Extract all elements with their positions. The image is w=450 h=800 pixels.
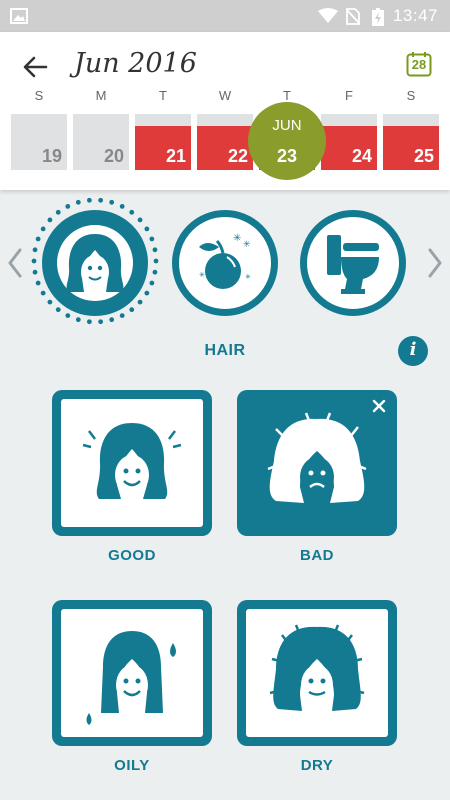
weekday-label: F (345, 88, 353, 103)
option-label: BAD (300, 547, 334, 564)
ring-dot (31, 258, 37, 264)
day-cell-period[interactable]: 22 (197, 114, 253, 170)
carousel-next-icon[interactable] (424, 246, 446, 280)
ring-dot (65, 203, 71, 209)
day-cell[interactable]: 19 (11, 114, 67, 170)
today-month: JUN (272, 117, 302, 134)
ring-dot (109, 199, 115, 205)
no-sim-icon (346, 8, 360, 25)
info-button[interactable]: i (398, 336, 428, 366)
image-notification-icon (10, 8, 28, 24)
weekday-label: W (218, 88, 232, 103)
weekday-label: S (34, 88, 44, 103)
ring-dot (109, 317, 115, 323)
deselect-close-icon[interactable] (371, 398, 387, 414)
ring-dot (152, 269, 158, 275)
calendar-button-day: 28 (411, 57, 427, 72)
hair-icon (57, 225, 133, 301)
day-cell[interactable]: 20 (73, 114, 129, 170)
ring-dot (119, 203, 125, 209)
option-label: DRY (300, 757, 334, 774)
day-cell-period[interactable]: 25 (383, 114, 439, 170)
ring-dot (75, 317, 81, 323)
back-arrow-icon[interactable] (20, 52, 50, 82)
oily-hair-icon (86, 631, 176, 725)
status-time: 13:47 (392, 6, 438, 25)
ring-dot (32, 269, 38, 275)
week-strip: 19 20 21 22 24 25 (0, 114, 450, 172)
month-title[interactable]: Jun 2016 (74, 48, 197, 79)
dry-hair-icon (269, 624, 365, 711)
fruit-icon: ✳ ✳ ✳ ✳ (199, 233, 251, 289)
category-digestion[interactable] (300, 210, 406, 316)
ring-dot (86, 197, 92, 203)
ring-dot (35, 280, 41, 286)
ring-dot (75, 199, 81, 205)
weekday-label: M (95, 88, 107, 103)
good-hair-icon (82, 423, 182, 499)
battery-charging-icon (372, 8, 384, 26)
option-oily[interactable] (52, 600, 212, 746)
option-good[interactable] (52, 390, 212, 536)
selected-category-label: HAIR (204, 342, 246, 359)
carousel-prev-icon[interactable] (4, 246, 26, 280)
day-number: 22 (227, 146, 248, 166)
ring-dot (149, 280, 155, 286)
bad-hair-icon (267, 412, 367, 503)
ring-dot (35, 236, 41, 242)
today-calendar-button[interactable]: 28 (406, 51, 432, 77)
ring-dot (153, 258, 159, 264)
today-day: 23 (276, 146, 298, 166)
weekday-label: T (283, 88, 291, 103)
info-icon: i (409, 339, 417, 360)
ring-dot (86, 319, 92, 325)
weekday-label: S (406, 88, 416, 103)
ring-dot (149, 236, 155, 242)
category-skin[interactable]: ✳ ✳ ✳ ✳ (172, 210, 278, 316)
ring-dot (98, 197, 104, 203)
option-label: GOOD (108, 547, 156, 564)
option-dry[interactable] (237, 600, 397, 746)
category-hair[interactable] (42, 210, 148, 316)
day-number: 21 (165, 146, 186, 166)
ring-dot (152, 247, 158, 253)
day-number: 19 (41, 146, 62, 166)
toilet-icon (327, 235, 379, 294)
option-bad[interactable] (237, 390, 397, 536)
svg-text:✳: ✳ (245, 273, 251, 281)
weekday-row: S M T W T F S (0, 88, 450, 104)
wifi-icon (318, 8, 338, 23)
day-cell-period[interactable]: 24 (321, 114, 377, 170)
status-bar: 13:47 (0, 0, 450, 32)
option-label: OILY (114, 757, 150, 774)
weekday-label: T (159, 88, 167, 103)
day-number: 20 (103, 146, 124, 166)
svg-text:✳: ✳ (243, 240, 251, 250)
ring-dot (32, 247, 38, 253)
svg-text:✳: ✳ (233, 233, 241, 244)
ring-dot (98, 319, 104, 325)
day-number: 25 (413, 146, 434, 166)
svg-text:✳: ✳ (199, 271, 205, 279)
selected-day-today[interactable]: JUN 23 (248, 102, 326, 180)
day-number: 24 (351, 146, 372, 166)
calendar-header: Jun 2016 28 S M T W T F S 19 20 21 22 24… (0, 32, 450, 190)
day-cell-period[interactable]: 21 (135, 114, 191, 170)
